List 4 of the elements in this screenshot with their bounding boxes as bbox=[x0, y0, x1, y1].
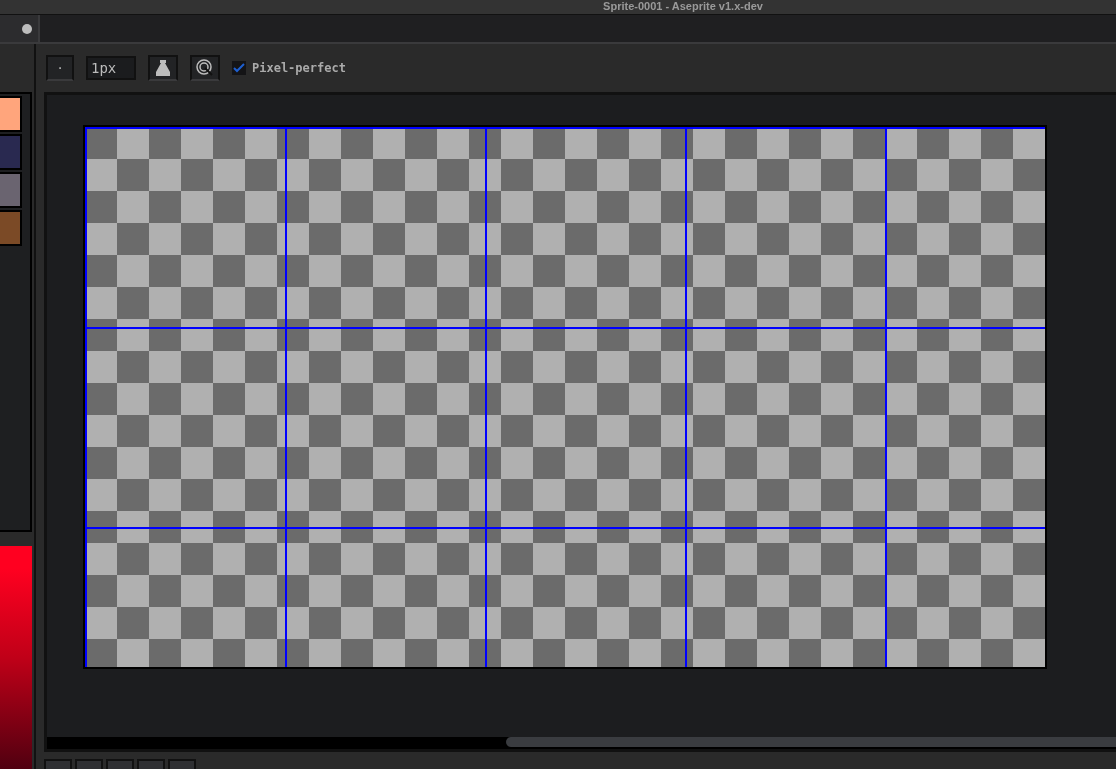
window-title: Sprite-0001 - Aseprite v1.x-dev bbox=[603, 0, 763, 12]
pixel-perfect-label: Pixel-perfect bbox=[252, 61, 346, 75]
brush-type-button[interactable]: · bbox=[46, 55, 74, 81]
brush-size-field[interactable]: 1px bbox=[86, 56, 136, 80]
